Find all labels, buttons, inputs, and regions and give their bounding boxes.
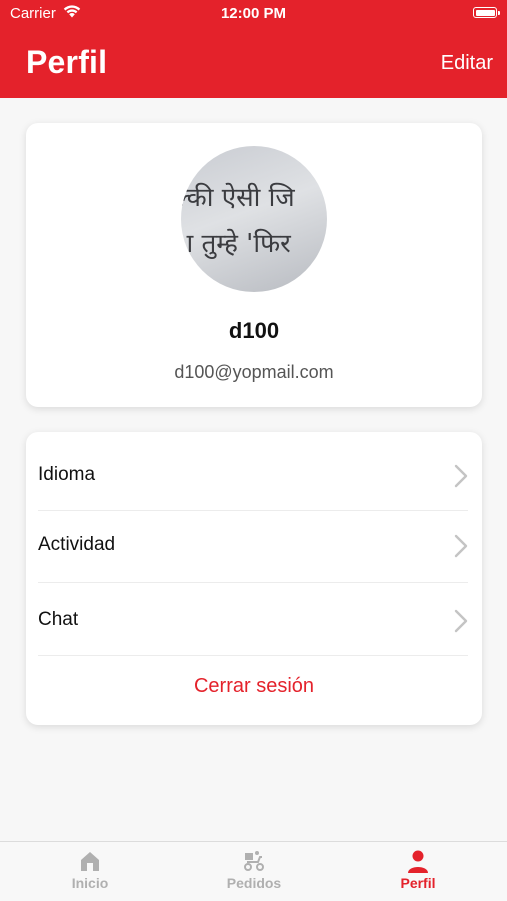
logout-button[interactable]: Cerrar sesión — [26, 675, 482, 698]
menu-item-chat[interactable]: Chat — [38, 582, 468, 656]
profile-email: d100@yopmail.com — [174, 362, 334, 382]
avatar[interactable]: ल्की ऐसी जि ा तुम्हे 'फिर — [181, 146, 327, 292]
profile-card: ल्की ऐसी जि ा तुम्हे 'फिर d100 d100@yopm… — [26, 123, 482, 407]
home-icon — [30, 850, 150, 874]
page-title: Perfil — [26, 44, 108, 80]
menu-item-label: Idioma — [38, 464, 96, 485]
chevron-right-icon — [454, 464, 468, 493]
avatar-text-line1: ल्की ऐसी जि — [181, 183, 295, 213]
tab-inicio[interactable]: Inicio — [30, 842, 150, 901]
chevron-right-icon — [454, 534, 468, 563]
profile-content: ल्की ऐसी जि ा तुम्हे 'फिर d100 d100@yopm… — [0, 98, 507, 841]
clock-time: 12:00 PM — [220, 5, 287, 22]
status-bar: Carrier 12:00 PM — [0, 0, 507, 28]
chevron-right-icon — [454, 609, 468, 638]
settings-menu-card: Idioma Actividad Chat Cerrar sesión — [26, 432, 482, 725]
menu-item-label: Actividad — [38, 534, 116, 555]
delivery-scooter-icon — [194, 850, 314, 874]
menu-item-label: Chat — [38, 609, 79, 630]
tab-label: Pedidos — [226, 875, 282, 891]
person-icon — [358, 850, 478, 874]
tab-pedidos[interactable]: Pedidos — [194, 842, 314, 901]
avatar-text-line2: ा तुम्हे 'फिर — [181, 229, 291, 259]
tab-label: Inicio — [71, 875, 109, 891]
edit-button[interactable]: Editar — [441, 52, 493, 75]
menu-item-idioma[interactable]: Idioma — [38, 442, 468, 511]
top-header: Carrier 12:00 PM Perfil Editar — [0, 0, 507, 98]
tab-label: Perfil — [400, 875, 436, 891]
battery-icon — [473, 7, 500, 18]
tab-bar: Inicio Pedidos Perfil — [0, 841, 507, 901]
profile-username: d100 — [228, 318, 280, 343]
menu-item-actividad[interactable]: Actividad — [38, 510, 468, 583]
tab-perfil[interactable]: Perfil — [358, 842, 478, 901]
